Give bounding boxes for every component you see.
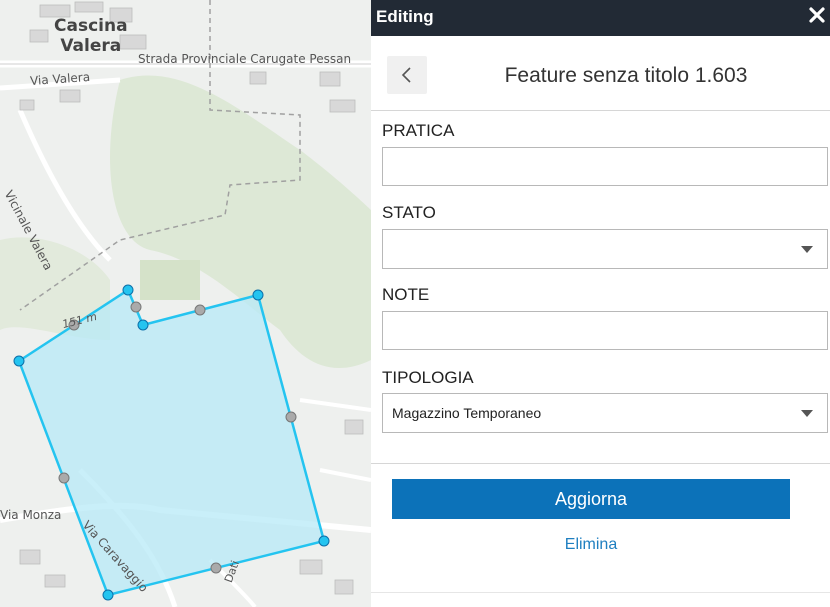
midpoint-handle[interactable]: [194, 304, 206, 316]
stato-label: STATO: [382, 203, 436, 222]
panel-header: Editing: [371, 0, 830, 36]
town-label: Cascina Valera: [54, 16, 128, 56]
divider: [371, 463, 830, 464]
pratica-label: PRATICA: [382, 121, 455, 140]
road-label: Strada Provinciale Carugate Pessan: [138, 52, 352, 66]
feature-header: Feature senza titolo 1.603: [371, 38, 830, 111]
tipologia-label: TIPOLOGIA: [382, 368, 474, 387]
delete-link[interactable]: Elimina: [392, 536, 790, 558]
midpoint-handle[interactable]: [210, 562, 222, 574]
map-view[interactable]: Cascina Valera Strada Provinciale Caruga…: [0, 0, 371, 607]
chevron-down-icon: [801, 246, 813, 253]
vertex-handle[interactable]: [102, 589, 114, 601]
feature-polygon[interactable]: [17, 288, 326, 597]
vertex-handle[interactable]: [13, 355, 25, 367]
note-label: NOTE: [382, 285, 430, 304]
feature-title: Feature senza titolo 1.603: [504, 64, 748, 87]
panel-title: Editing: [376, 7, 434, 26]
divider: [371, 592, 830, 593]
vertex-handle[interactable]: [137, 319, 149, 331]
midpoint-handle[interactable]: [130, 301, 142, 313]
note-input[interactable]: [382, 311, 828, 350]
vertex-handle[interactable]: [318, 535, 330, 547]
vertex-handle[interactable]: [252, 289, 264, 301]
back-button[interactable]: [387, 56, 427, 94]
tipologia-value: Magazzino Temporaneo: [392, 405, 542, 421]
road-label: Via Monza: [0, 508, 62, 522]
chevron-left-icon: [401, 67, 411, 83]
road: [319, 468, 371, 482]
update-button[interactable]: Aggiorna: [392, 479, 790, 519]
stato-select[interactable]: [382, 229, 828, 269]
tipologia-select[interactable]: Magazzino Temporaneo: [382, 393, 828, 433]
field-area: [140, 260, 200, 300]
editing-panel: Editing Feature senza titolo 1.603 PRATI…: [371, 0, 830, 607]
midpoint-handle[interactable]: [58, 472, 70, 484]
close-icon[interactable]: [808, 6, 830, 30]
vertex-handle[interactable]: [122, 284, 134, 296]
midpoint-handle[interactable]: [285, 411, 297, 423]
chevron-down-icon: [801, 410, 813, 417]
pratica-input[interactable]: [382, 147, 828, 186]
road: [299, 398, 371, 412]
